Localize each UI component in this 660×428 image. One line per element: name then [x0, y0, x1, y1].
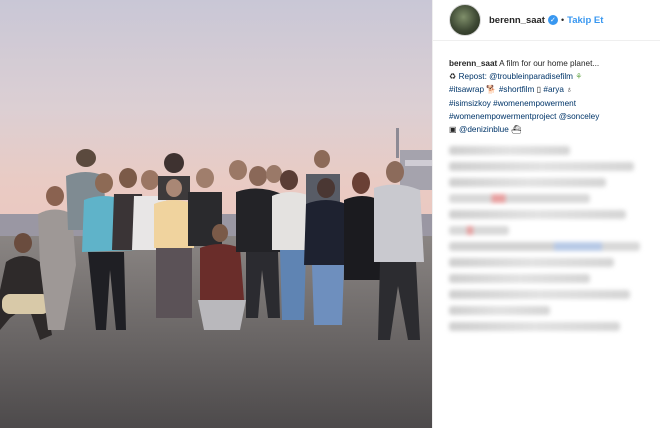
caption-text: A film for our home planet...: [499, 59, 600, 68]
blurred-comment: [449, 178, 606, 188]
post-sidebar: berenn_saat ✓ • Takip Et berenn_saat A f…: [432, 0, 660, 428]
avatar[interactable]: [449, 4, 481, 36]
group-photo-illustration: [0, 0, 432, 428]
plant-icon: ⚘: [575, 72, 583, 82]
blurred-comments: [433, 136, 660, 332]
blurred-comment: [449, 162, 634, 172]
blurred-comment: [449, 210, 626, 220]
ship-icon: ⛴: [511, 125, 522, 135]
hashtag-arya[interactable]: #arya: [543, 85, 563, 94]
caption-username[interactable]: berenn_saat: [449, 59, 497, 68]
repost-mention[interactable]: Repost: @troubleinparadisefilm: [459, 72, 573, 81]
hashtag-womenempowermentproject[interactable]: #womenempowermentproject: [449, 112, 556, 121]
post-photo[interactable]: [0, 0, 432, 428]
blurred-comment: [449, 226, 510, 236]
hashtag-isimsizkoy[interactable]: #isimsizkoy: [449, 99, 491, 108]
follow-button[interactable]: Takip Et: [567, 15, 603, 26]
instagram-post: berenn_saat ✓ • Takip Et berenn_saat A f…: [0, 0, 660, 428]
caption-line-5: #womenempowermentproject @sonceley: [449, 110, 650, 123]
mention-denizinblue[interactable]: @denizinblue: [459, 125, 509, 134]
phone-icon: ▯: [536, 85, 542, 95]
clapper-icon: ▣: [449, 125, 457, 135]
hashtag-womenempowerment[interactable]: #womenempowerment: [493, 99, 576, 108]
recycle-icon: ♻: [449, 72, 457, 82]
blurred-comment: [449, 290, 630, 300]
hashtag-itsawrap[interactable]: #itsawrap: [449, 85, 484, 94]
mention-sonceley[interactable]: @sonceley: [559, 112, 600, 121]
blurred-comment: [449, 258, 614, 268]
blurred-comment: [449, 242, 640, 252]
caption-line-2: ♻ Repost: @troubleinparadisefilm ⚘: [449, 70, 650, 83]
bottle-icon: ♁: [566, 85, 573, 95]
blurred-comment: [449, 274, 590, 284]
blurred-comment: [449, 322, 620, 332]
verified-badge-icon: ✓: [547, 15, 558, 25]
caption-line-4: #isimsizkoy #womenempowerment: [449, 97, 650, 110]
post-header: berenn_saat ✓ • Takip Et: [433, 0, 660, 41]
blurred-comment: [449, 194, 590, 204]
blurred-comment: [449, 306, 550, 316]
hashtag-shortfilm[interactable]: #shortfilm: [499, 85, 535, 94]
post-caption: berenn_saat A film for our home planet..…: [433, 41, 660, 136]
caption-line-6: ▣ @denizinblue ⛴: [449, 123, 650, 136]
dog-icon: 🐕: [486, 85, 497, 95]
caption-line-1: berenn_saat A film for our home planet..…: [449, 57, 650, 70]
caption-line-3: #itsawrap 🐕 #shortfilm ▯ #arya ♁: [449, 83, 650, 96]
blurred-comment: [449, 146, 570, 156]
separator-dot: •: [560, 15, 565, 25]
username-link[interactable]: berenn_saat: [489, 15, 545, 26]
